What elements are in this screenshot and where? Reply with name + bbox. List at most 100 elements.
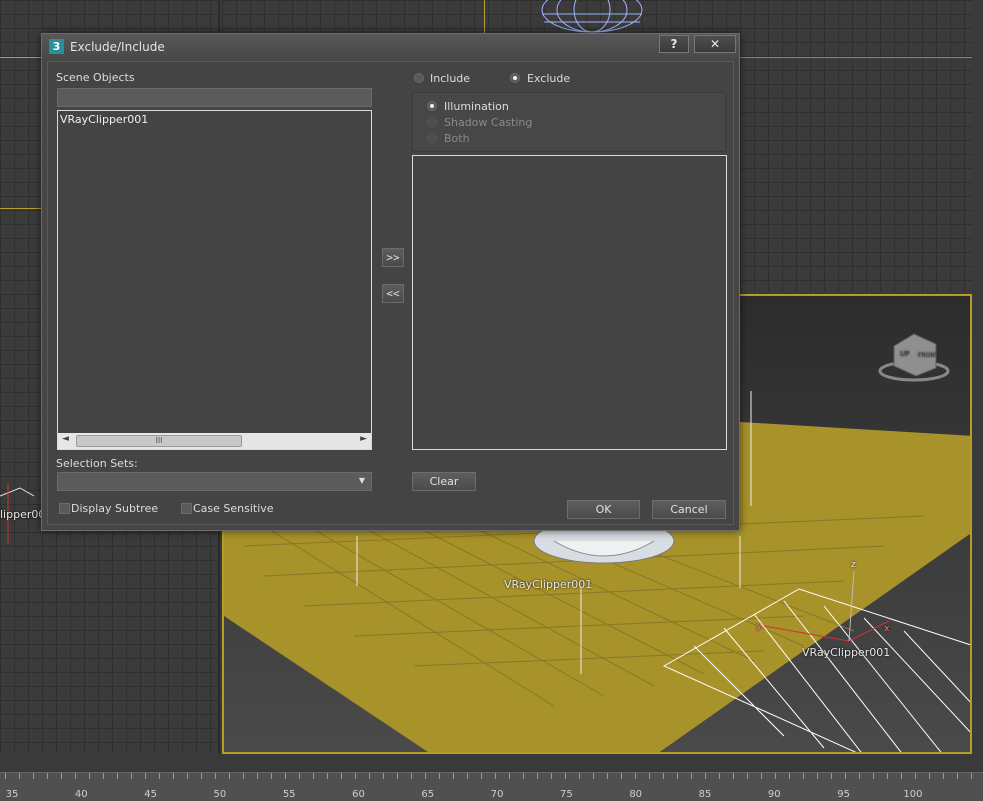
ruler-tick (481, 773, 482, 779)
include-radio[interactable] (414, 73, 424, 83)
ruler-tick (271, 773, 272, 779)
ruler-tick (117, 773, 118, 779)
include-label: Include (430, 72, 471, 85)
ruler-number: 40 (74, 789, 88, 800)
display-subtree-label: Display Subtree (71, 502, 159, 515)
app-icon: 3 (49, 39, 64, 54)
ruler-tick (33, 773, 34, 779)
move-right-button[interactable]: >> (382, 248, 404, 267)
viewcube-up-label[interactable]: UP (900, 350, 909, 358)
ruler-tick (635, 773, 636, 779)
time-ruler[interactable]: 35 40 45 50 55 60 65 70 75 80 85 90 95 100 (0, 772, 983, 801)
ruler-tick (495, 773, 496, 779)
ruler-tick (103, 773, 104, 779)
ruler-tick (201, 773, 202, 779)
ruler-tick (565, 773, 566, 779)
ruler-tick (453, 773, 454, 779)
selection-sets-dropdown[interactable]: ▼ (57, 472, 372, 491)
close-button[interactable]: ✕ (694, 35, 736, 53)
ruler-tick (663, 773, 664, 779)
chevron-down-icon: ▼ (358, 476, 365, 485)
ruler-number: 55 (282, 789, 296, 800)
ruler-tick (593, 773, 594, 779)
ruler-tick (159, 773, 160, 779)
ruler-tick (957, 773, 958, 779)
ruler-tick (859, 773, 860, 779)
ruler-tick (285, 773, 286, 779)
ruler-tick (243, 773, 244, 779)
ruler-tick (397, 773, 398, 779)
ruler-tick (47, 773, 48, 779)
ruler-tick (145, 773, 146, 779)
illumination-label: Illumination (444, 100, 509, 113)
ruler-tick (173, 773, 174, 779)
horizontal-scrollbar[interactable]: ◄ III ► (58, 433, 371, 449)
object-label: VRayClipper001 (504, 578, 593, 591)
shadow-casting-label: Shadow Casting (444, 116, 533, 129)
display-subtree-checkbox[interactable] (59, 503, 70, 514)
ruler-tick (411, 773, 412, 779)
ruler-tick (775, 773, 776, 779)
scene-filter-input[interactable] (57, 88, 372, 107)
ruler-number: 80 (629, 789, 643, 800)
scroll-right-icon[interactable]: ► (360, 434, 367, 444)
ruler-tick (551, 773, 552, 779)
ruler-tick (341, 773, 342, 779)
exclude-label: Exclude (527, 72, 571, 85)
illumination-radio[interactable] (427, 101, 437, 111)
dialog-title: Exclude/Include (70, 40, 165, 54)
ruler-tick (369, 773, 370, 779)
ruler-tick (187, 773, 188, 779)
ruler-number: 50 (213, 789, 227, 800)
ruler-tick (873, 773, 874, 779)
ruler-tick (915, 773, 916, 779)
ruler-tick (537, 773, 538, 779)
both-label: Both (444, 132, 470, 145)
exclude-type-group: Illumination Shadow Casting Both (412, 92, 726, 152)
help-button[interactable]: ? (659, 35, 689, 53)
move-left-button[interactable]: << (382, 284, 404, 303)
axis-y-label: y (756, 622, 762, 632)
ruler-tick (733, 773, 734, 779)
ok-button[interactable]: OK (567, 500, 640, 519)
ruler-number: 35 (5, 789, 19, 800)
ruler-tick (845, 773, 846, 779)
ruler-tick (467, 773, 468, 779)
dialog-titlebar[interactable]: 3 Exclude/Include ? ✕ (42, 34, 739, 61)
ruler-tick (817, 773, 818, 779)
ruler-tick (705, 773, 706, 779)
ruler-tick (229, 773, 230, 779)
ruler-tick (327, 773, 328, 779)
viewcube-front-label[interactable]: FRONT (918, 352, 939, 359)
ruler-tick (383, 773, 384, 779)
case-sensitive-label: Case Sensitive (193, 502, 274, 515)
ruler-tick (747, 773, 748, 779)
ruler-number: 95 (837, 789, 850, 800)
object-label: lipper00 (0, 508, 46, 521)
ruler-tick (579, 773, 580, 779)
scroll-left-icon[interactable]: ◄ (62, 434, 69, 444)
list-item[interactable]: VRayClipper001 (60, 113, 148, 126)
ruler-tick (971, 773, 972, 779)
ruler-tick (257, 773, 258, 779)
ruler-number: 60 (352, 789, 365, 800)
clear-button[interactable]: Clear (412, 472, 476, 491)
case-sensitive-checkbox[interactable] (181, 503, 192, 514)
both-radio (427, 133, 437, 143)
ruler-tick (831, 773, 832, 779)
ruler-tick (355, 773, 356, 779)
axis-z-label: z (851, 560, 856, 570)
ruler-tick (89, 773, 90, 779)
exclude-radio[interactable] (510, 73, 520, 83)
ruler-tick (313, 773, 314, 779)
ruler-tick (943, 773, 944, 779)
dialog-body: Scene Objects VRayClipper001 ◄ III ► >> … (47, 61, 734, 525)
scene-objects-list[interactable]: VRayClipper001 ◄ III ► (57, 110, 372, 450)
ruler-tick (677, 773, 678, 779)
ruler-tick (887, 773, 888, 779)
ruler-tick (607, 773, 608, 779)
scroll-thumb[interactable]: III (76, 435, 242, 447)
ruler-tick (299, 773, 300, 779)
cancel-button[interactable]: Cancel (652, 500, 726, 519)
excluded-objects-list[interactable] (412, 155, 727, 450)
